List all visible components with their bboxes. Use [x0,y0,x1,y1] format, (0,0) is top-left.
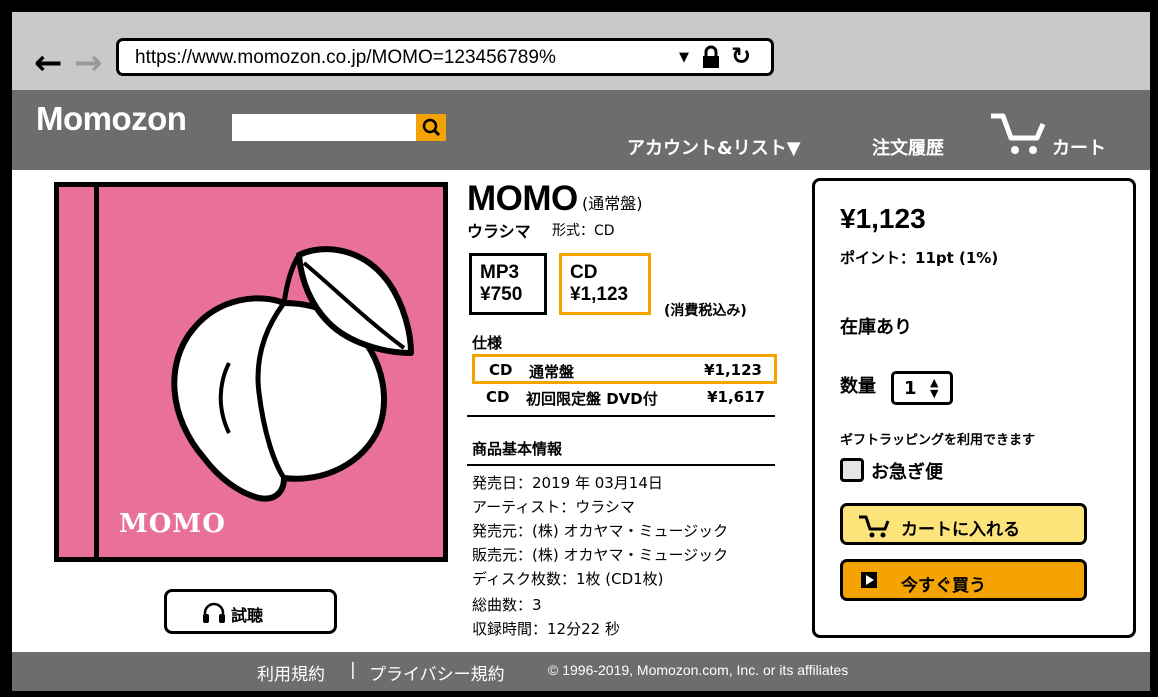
privacy-link[interactable]: プライバシー規約 [369,660,505,685]
format-price: ¥750 [480,284,523,305]
peach-icon [171,246,414,502]
format-option-mp3[interactable]: MP3 ¥750 [469,253,547,315]
divider [467,464,775,466]
publisher-info: 発売元：(株) オカヤマ・ミュージック [472,522,729,540]
quantity-label: 数量 [840,376,876,397]
play-icon [861,572,877,588]
address-bar[interactable]: https://www.momozon.co.jp/MOMO=123456789… [116,38,774,76]
spec-type: CD [489,361,513,379]
product-image[interactable]: MOMO [54,182,448,562]
cart-link[interactable]: カート [1052,134,1106,160]
format-price: ¥1,123 [570,284,629,305]
headphones-icon [203,602,225,623]
express-checkbox[interactable] [840,458,864,482]
reload-icon[interactable]: ↻ [731,42,751,70]
terms-link[interactable]: 利用規約 [257,660,325,685]
copyright: © 1996-2019, Momozon.com, Inc. or its af… [548,662,849,678]
points-info: ポイント：11pt (1%) [840,249,999,267]
divider [467,415,775,417]
lock-icon [703,45,719,68]
gift-wrap-note: ギフトラッピングを利用できます [840,433,1036,448]
account-lists-menu[interactable]: アカウント&リスト▼ [627,134,801,160]
buybox-price: ¥1,123 [840,203,926,234]
buy-now-button[interactable]: 今すぐ買う [840,559,1087,601]
listen-label: 試聴 [231,606,264,625]
spec-edition: 初回限定盤 DVD付 [526,390,658,408]
add-to-cart-label: カートに入れる [901,520,1020,540]
chevron-down-icon[interactable]: ▼ [679,50,689,65]
format-label: 形式：CD [552,223,615,239]
artist-link[interactable]: ウラシマ [467,218,531,242]
express-label[interactable]: お急ぎ便 [871,458,943,484]
add-to-cart-button[interactable]: カートに入れる [840,503,1087,545]
quantity-value: 1 [904,378,917,399]
spec-type: CD [486,388,510,406]
site-footer: 利用規約 | プライバシー規約 © 1996-2019, Momozon.com… [12,652,1150,691]
search-button[interactable] [416,114,446,141]
spec-row-limited[interactable]: CD 初回限定盤 DVD付 ¥1,617 [472,384,777,414]
site-logo[interactable]: Momozon [36,100,187,138]
spec-price: ¥1,617 [707,388,765,406]
duration-info: 収録時間：12分22 秒 [472,620,620,638]
buy-box: ¥1,123 ポイント：11pt (1%) 在庫あり 数量 1 ▲ ▼ ギフトラッ… [812,178,1136,638]
spec-row-regular[interactable]: CD 通常盤 ¥1,123 [472,354,777,384]
artist-info: アーティスト：ウラシマ [472,498,635,516]
stock-status: 在庫あり [840,317,912,338]
arrow-right-icon[interactable]: → [74,46,103,80]
window-frame: ← → https://www.momozon.co.jp/MOMO=12345… [12,12,1150,691]
spec-price: ¥1,123 [704,361,762,379]
search-input[interactable] [232,114,416,141]
quantity-select[interactable]: 1 ▲ ▼ [891,371,953,405]
order-history-link[interactable]: 注文履歴 [872,134,944,160]
browser-toolbar: ← → https://www.momozon.co.jp/MOMO=12345… [12,12,1150,90]
format-name: CD [570,262,598,283]
product-edition: (通常盤) [582,194,643,213]
distributor-info: 販売元：(株) オカヤマ・ミュージック [472,546,729,564]
cover-spine [94,187,99,557]
site-header: Momozon アカウント&リスト▼ 注文履歴 カート [12,90,1150,170]
search-icon [422,118,441,137]
info-heading: 商品基本情報 [472,440,563,458]
track-count-info: 総曲数：3 [472,596,542,614]
release-date: 発売日：2019 年 03月14日 [472,474,663,492]
url-text[interactable]: https://www.momozon.co.jp/MOMO=123456789… [135,47,556,69]
cart-icon[interactable] [987,108,1049,158]
spec-edition: 通常盤 [529,363,575,381]
listen-button[interactable]: 試聴 [164,589,337,634]
tax-note: (消費税込み) [664,303,747,319]
product-title: MOMO [467,179,578,218]
format-name: MP3 [480,262,520,283]
footer-separator: | [350,660,356,680]
cart-icon [859,515,890,538]
disc-count-info: ディスク枚数：1枚 (CD1枚) [472,570,664,588]
spec-heading: 仕様 [472,334,503,352]
arrow-left-icon[interactable]: ← [34,46,63,80]
buy-now-label: 今すぐ買う [901,576,986,596]
cover-title: MOMO [119,509,226,539]
format-option-cd[interactable]: CD ¥1,123 [559,253,651,315]
stepper-arrows-icon: ▲ ▼ [930,376,939,400]
